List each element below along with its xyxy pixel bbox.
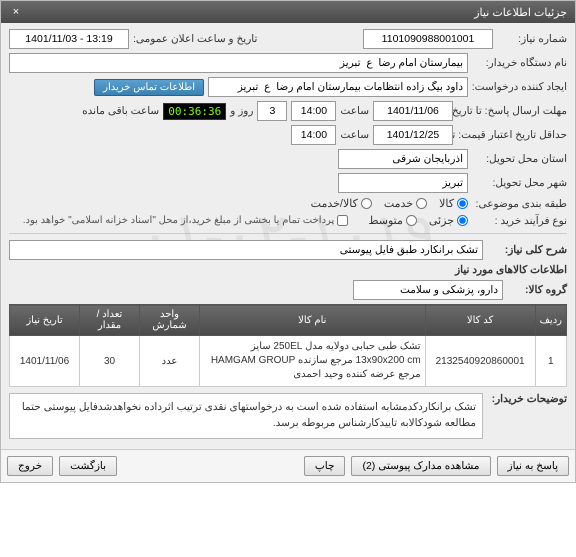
city-field[interactable] [338, 173, 468, 193]
radio-small-input[interactable] [457, 215, 468, 226]
th-code: کد کالا [425, 305, 535, 336]
requester-field[interactable] [208, 77, 468, 97]
announce-label: تاریخ و ساعت اعلان عمومی: [133, 33, 257, 45]
time-label-1: ساعت [340, 105, 369, 117]
validity-date-field[interactable] [373, 125, 453, 145]
table-row[interactable]: 1 2132540920860001 تشک طبی حبابی دولایه … [10, 336, 567, 387]
buyer-label: نام دستگاه خریدار: [472, 57, 567, 69]
need-no-field[interactable] [363, 29, 493, 49]
buyer-notes-box: تشک برانکاردکدمشابه استفاده شده است به د… [9, 393, 483, 439]
radio-service[interactable]: خدمت [384, 197, 427, 210]
back-button[interactable]: بازگشت [59, 456, 117, 476]
th-unit: واحد شمارش [140, 305, 200, 336]
radio-small[interactable]: جزئی [429, 214, 468, 227]
deadline-date-field[interactable] [373, 101, 453, 121]
days-text: روز و [230, 105, 253, 117]
respond-button[interactable]: پاسخ به نیاز [497, 456, 569, 476]
goods-section-label: اطلاعات کالاهای مورد نیاز [455, 264, 567, 276]
remaining-text: ساعت باقی مانده [82, 105, 159, 117]
th-qty: تعداد / مقدار [80, 305, 140, 336]
category-label: طبقه بندی موضوعی: [472, 198, 567, 210]
close-icon[interactable]: × [9, 5, 23, 19]
th-row: ردیف [535, 305, 566, 336]
th-name: نام کالا [200, 305, 426, 336]
radio-goods-label: کالا [439, 197, 454, 210]
validity-label: حداقل تاریخ اعتبار قیمت: تا تاریخ: [457, 129, 567, 142]
cell-idx: 1 [535, 336, 566, 387]
radio-goods-input[interactable] [457, 198, 468, 209]
radio-goods[interactable]: کالا [439, 197, 468, 210]
province-field[interactable] [338, 149, 468, 169]
print-button[interactable]: چاپ [304, 456, 346, 476]
group-label: گروه کالا: [507, 284, 567, 296]
panel-title: جزئیات اطلاعات نیاز [474, 6, 567, 19]
th-date: تاریخ نیاز [10, 305, 80, 336]
radio-goods-service-input[interactable] [361, 198, 372, 209]
summary-label: شرح کلی نیاز: [487, 244, 567, 256]
radio-medium-label: متوسط [368, 214, 403, 227]
details-panel: جزئیات اطلاعات نیاز × ١٠١٩-٠٢-٠١ شماره ن… [0, 0, 576, 483]
cell-unit: عدد [140, 336, 200, 387]
city-label: شهر محل تحویل: [472, 177, 567, 189]
summary-field[interactable] [9, 240, 483, 260]
footer-bar: پاسخ به نیاز مشاهده مدارک پیوستی (2) چاپ… [1, 449, 575, 482]
treasury-note: پرداخت تمام یا بخشی از مبلغ خرید،از محل … [23, 215, 335, 226]
contact-button[interactable]: اطلاعات تماس خریدار [94, 79, 204, 96]
process-label: نوع فرآیند خرید : [472, 215, 567, 227]
watermark: ١٠١٩-٠٢-٠١ [139, 201, 437, 271]
time-label-2: ساعت [340, 129, 369, 141]
radio-goods-service-label: کالا/خدمت [311, 197, 358, 210]
radio-service-input[interactable] [416, 198, 427, 209]
goods-table: ردیف کد کالا نام کالا واحد شمارش تعداد /… [9, 304, 567, 387]
radio-medium[interactable]: متوسط [368, 214, 417, 227]
cell-name: تشک طبی حبابی دولایه مدل 250EL سایز 13x9… [200, 336, 426, 387]
treasury-check[interactable]: پرداخت تمام یا بخشی از مبلغ خرید،از محل … [23, 215, 349, 226]
group-field[interactable] [353, 280, 503, 300]
radio-goods-service[interactable]: کالا/خدمت [311, 197, 372, 210]
panel-header: جزئیات اطلاعات نیاز × [1, 1, 575, 23]
announce-field[interactable] [9, 29, 129, 49]
validity-time-field[interactable] [291, 125, 336, 145]
deadline-label: مهلت ارسال پاسخ: تا تاریخ: [457, 105, 567, 118]
attachments-button[interactable]: مشاهده مدارک پیوستی (2) [351, 456, 490, 476]
radio-medium-input[interactable] [406, 215, 417, 226]
province-label: استان محل تحویل: [472, 153, 567, 165]
countdown: 00:36:36 [163, 103, 226, 120]
need-no-label: شماره نیاز: [497, 33, 567, 45]
requester-label: ایجاد کننده درخواست: [472, 81, 567, 93]
exit-button[interactable]: خروج [7, 456, 53, 476]
radio-service-label: خدمت [384, 197, 413, 210]
buyer-field[interactable] [9, 53, 468, 73]
buyer-notes-label: توضیحات خریدار: [487, 393, 567, 405]
cell-qty: 30 [80, 336, 140, 387]
deadline-time-field[interactable] [291, 101, 336, 121]
treasury-checkbox[interactable] [337, 215, 348, 226]
cell-date: 1401/11/06 [10, 336, 80, 387]
radio-small-label: جزئی [429, 214, 454, 227]
days-remaining-field[interactable] [257, 101, 287, 121]
form-body: ١٠١٩-٠٢-٠١ شماره نیاز: تاریخ و ساعت اعلا… [1, 23, 575, 449]
cell-code: 2132540920860001 [425, 336, 535, 387]
table-header-row: ردیف کد کالا نام کالا واحد شمارش تعداد /… [10, 305, 567, 336]
